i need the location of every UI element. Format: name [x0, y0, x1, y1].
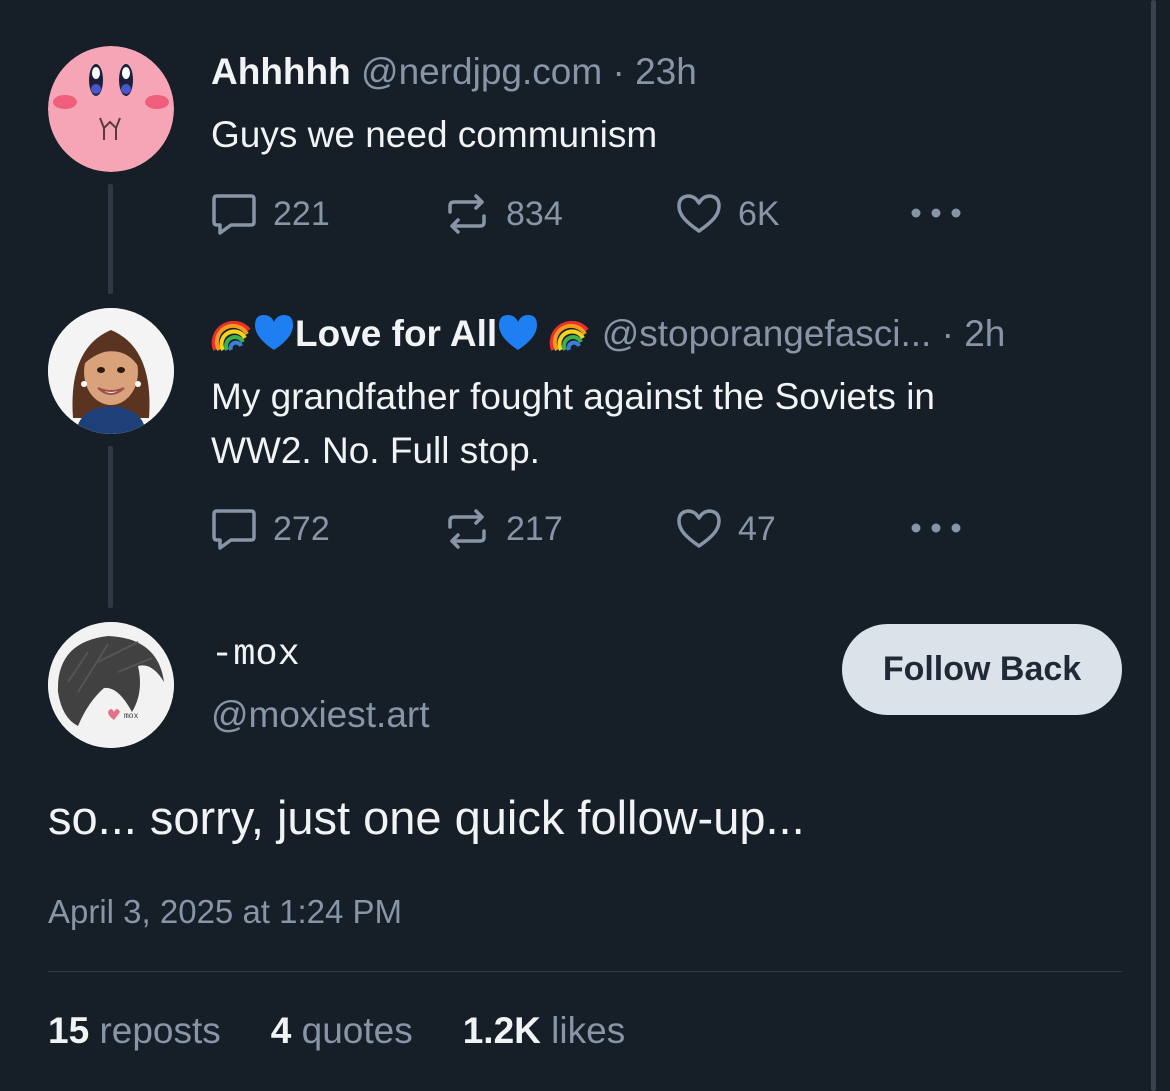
reposts-label: reposts	[99, 1010, 221, 1051]
repost-icon	[448, 194, 486, 234]
repost-icon	[448, 509, 486, 549]
reposts-stat[interactable]: 15 reposts	[48, 1010, 221, 1052]
quotes-label: quotes	[301, 1010, 413, 1051]
reply-icon	[212, 509, 256, 550]
more-icon	[911, 208, 961, 218]
main-post-text: so... sorry, just one quick follow-up...	[48, 791, 805, 844]
like-button[interactable]: 6K	[676, 192, 780, 236]
more-options-button[interactable]	[908, 515, 964, 541]
repost-count: 834	[506, 194, 563, 233]
blue-heart-emoji-icon	[255, 315, 293, 351]
scrollbar[interactable]	[1151, 0, 1156, 1091]
rainbow-emoji-icon	[211, 321, 251, 352]
avatar-label: mox	[124, 712, 139, 721]
like-button[interactable]: 47	[676, 507, 776, 551]
thread-post-2[interactable]: Love for All @stoporangefasci... · 2h My…	[211, 312, 1120, 478]
likes-label: likes	[551, 1010, 626, 1051]
thread-connector	[108, 184, 113, 294]
reply-button[interactable]: 221	[211, 192, 330, 236]
cartoon-portrait-avatar[interactable]	[48, 308, 174, 434]
post-stats: 15 reposts 4 quotes 1.2K likes	[48, 1010, 625, 1052]
reply-count: 221	[273, 194, 330, 233]
like-count: 47	[738, 509, 776, 548]
likes-count: 1.2K	[462, 1010, 541, 1051]
reply-count: 272	[273, 509, 330, 548]
post-timestamp[interactable]: April 3, 2025 at 1:24 PM	[48, 893, 402, 931]
post-time[interactable]: 23h	[635, 51, 697, 92]
post-text: Guys we need communism	[211, 114, 658, 155]
post-text: My grandfather fought against the Soviet…	[211, 370, 1120, 478]
separator-dot: ·	[941, 313, 954, 354]
reply-icon	[212, 194, 256, 235]
repost-button[interactable]: 217	[444, 507, 563, 551]
post-text-line: WW2. No. Full stop.	[211, 430, 540, 471]
author-handle[interactable]: @stoporangefasci...	[602, 313, 932, 354]
post-text-line: My grandfather fought against the Soviet…	[211, 376, 935, 417]
more-icon	[911, 523, 961, 533]
divider	[48, 971, 1122, 972]
post-header: Love for All @stoporangefasci... · 2h	[211, 312, 1120, 356]
separator-dot: ·	[612, 51, 625, 92]
repost-count: 217	[506, 509, 563, 548]
author-handle[interactable]: @nerdjpg.com	[361, 51, 602, 92]
quotes-count: 4	[270, 1010, 292, 1051]
rainbow-emoji-icon	[550, 321, 589, 352]
quotes-stat[interactable]: 4 quotes	[271, 1010, 413, 1052]
blue-heart-emoji-icon	[499, 315, 538, 351]
like-count: 6K	[738, 194, 780, 233]
repost-button[interactable]: 834	[444, 192, 563, 236]
author-name[interactable]: Ahhhhh	[211, 51, 351, 92]
post-thread-page: Ahhhhh @nerdjpg.com · 23h Guys we need c…	[0, 0, 1170, 1091]
follow-back-button[interactable]: Follow Back	[842, 624, 1122, 715]
post-time[interactable]: 2h	[964, 313, 1005, 354]
author-name[interactable]: Love for All	[295, 313, 497, 354]
kirby-avatar[interactable]	[48, 46, 174, 172]
thread-connector	[108, 446, 113, 608]
heart-icon	[677, 194, 721, 233]
reply-button[interactable]: 272	[211, 507, 330, 551]
mox-avatar[interactable]: mox	[48, 622, 174, 748]
reposts-count: 15	[48, 1010, 90, 1051]
post-header: Ahhhhh @nerdjpg.com · 23h	[211, 50, 1120, 94]
thread-post-1[interactable]: Ahhhhh @nerdjpg.com · 23h Guys we need c…	[211, 50, 1120, 162]
likes-stat[interactable]: 1.2K likes	[463, 1010, 625, 1052]
more-options-button[interactable]	[908, 200, 964, 226]
heart-icon	[677, 509, 721, 548]
